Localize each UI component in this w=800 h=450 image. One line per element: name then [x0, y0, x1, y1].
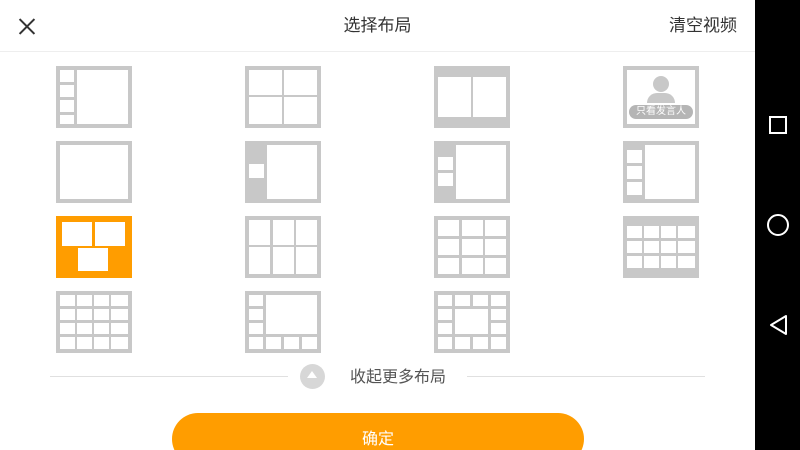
layout-option-1[interactable] — [56, 66, 132, 128]
person-icon — [653, 76, 669, 92]
layout-option-3[interactable] — [434, 66, 510, 128]
header-bar: 选择布局 清空视频 — [0, 0, 755, 52]
page-title: 选择布局 — [343, 16, 412, 36]
confirm-button[interactable]: 确定 — [172, 413, 584, 450]
layout-option-8[interactable] — [623, 141, 699, 203]
back-triangle-icon[interactable] — [768, 314, 790, 336]
clear-video-button[interactable]: 清空视频 — [669, 0, 737, 52]
recent-apps-square-icon[interactable] — [769, 116, 787, 134]
android-nav-bar — [755, 0, 800, 450]
collapse-more-layouts-label[interactable]: 收起更多布局 — [350, 360, 446, 394]
home-circle-icon[interactable] — [767, 214, 789, 236]
layout-option-active-speaker[interactable]: 只看发言人 — [623, 66, 699, 128]
chevron-up-icon[interactable] — [300, 364, 325, 389]
layout-grid: 只看发言人 — [56, 66, 706, 356]
layout-option-5[interactable] — [56, 141, 132, 203]
active-speaker-badge: 只看发言人 — [629, 105, 693, 119]
divider-right — [467, 376, 705, 377]
layout-picker-screen: 选择布局 清空视频 只看发言人 收起更多布局 确定 — [0, 0, 755, 450]
layout-option-12[interactable] — [623, 216, 699, 278]
layout-option-10[interactable] — [245, 216, 321, 278]
collapse-more-layouts: 收起更多布局 — [50, 360, 705, 394]
layout-option-2[interactable] — [245, 66, 321, 128]
layout-option-7[interactable] — [434, 141, 510, 203]
layout-option-11[interactable] — [434, 216, 510, 278]
layout-option-13[interactable] — [56, 291, 132, 353]
divider-left — [50, 376, 288, 377]
person-body-icon — [647, 93, 675, 103]
layout-option-15[interactable] — [434, 291, 510, 353]
layout-option-6[interactable] — [245, 141, 321, 203]
layout-option-14[interactable] — [245, 291, 321, 353]
layout-option-9-selected[interactable] — [56, 216, 132, 278]
